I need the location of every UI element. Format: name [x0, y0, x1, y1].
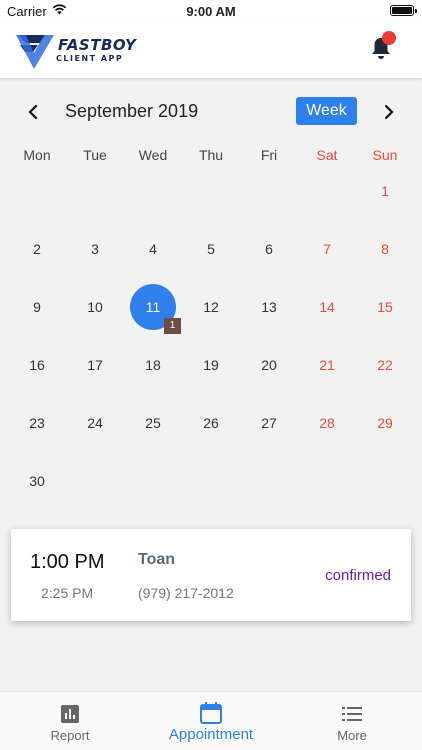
calendar-day-20[interactable]: 20: [246, 342, 292, 388]
calendar-day-13[interactable]: 13: [246, 284, 292, 330]
tab-more[interactable]: More: [282, 692, 422, 750]
logo-subtext: CLIENT APP: [56, 54, 124, 63]
calendar-day-8[interactable]: 8: [362, 226, 408, 272]
weekday-label-sun: Sun: [372, 147, 398, 163]
weekday-label-mon: Mon: [23, 147, 51, 163]
weekday-label-thu: Thu: [198, 147, 224, 163]
calendar-day-2[interactable]: 2: [14, 226, 60, 272]
appointment-card[interactable]: 1:00 PM 2:25 PM Toan (979) 217-2012 conf…: [11, 529, 411, 621]
tab-appointment[interactable]: Appointment: [141, 692, 281, 750]
calendar-day-18[interactable]: 18: [130, 342, 176, 388]
calendar-day-14[interactable]: 14: [304, 284, 350, 330]
status-time: 9:00 AM: [186, 4, 236, 19]
calendar-day-30[interactable]: 30: [14, 458, 60, 504]
weekday-label-sat: Sat: [316, 147, 338, 163]
calendar-day-6[interactable]: 6: [246, 226, 292, 272]
calendar-day-12[interactable]: 12: [188, 284, 234, 330]
chevron-right-icon[interactable]: [377, 100, 401, 124]
logo-text: FASTBOY: [58, 36, 137, 54]
notification-dot: [382, 31, 396, 45]
weekday-header-row: Mon Tue Wed Thu Fri Sat Sun: [0, 147, 422, 165]
calendar-day-27[interactable]: 27: [246, 400, 292, 446]
client-phone: (979) 217-2012: [138, 585, 234, 601]
weekday-label-tue: Tue: [83, 147, 107, 163]
calendar-day-25[interactable]: 25: [130, 400, 176, 446]
calendar-icon: [200, 702, 222, 724]
bottom-tab-bar: Report Appointment More: [0, 691, 422, 750]
weekday-label-wed: Wed: [138, 147, 168, 163]
calendar-day-24[interactable]: 24: [72, 400, 118, 446]
calendar-day-22[interactable]: 22: [362, 342, 408, 388]
chevron-left-icon[interactable]: [21, 100, 45, 124]
calendar-day-5[interactable]: 5: [188, 226, 234, 272]
tab-appointment-label: Appointment: [168, 726, 254, 743]
month-label: September 2019: [65, 101, 199, 121]
status-bar: Carrier 9:00 AM: [0, 0, 422, 22]
calendar-header: September 2019 Week: [0, 96, 422, 126]
calendar-day-29[interactable]: 29: [362, 400, 408, 446]
appointment-start-time: 1:00 PM: [30, 551, 105, 573]
calendar-day-4[interactable]: 4: [130, 226, 176, 272]
app-header: FASTBOY CLIENT APP: [0, 22, 422, 78]
event-count-badge: 1: [164, 318, 181, 334]
list-icon: [342, 707, 362, 721]
calendar-day-10[interactable]: 10: [72, 284, 118, 330]
calendar-day-26[interactable]: 26: [188, 400, 234, 446]
tab-report[interactable]: Report: [0, 692, 140, 750]
calendar-day-3[interactable]: 3: [72, 226, 118, 272]
calendar-day-28[interactable]: 28: [304, 400, 350, 446]
tab-more-label: More: [337, 728, 367, 743]
week-view-button[interactable]: Week: [296, 97, 357, 125]
calendar-day-17[interactable]: 17: [72, 342, 118, 388]
appointment-end-time: 2:25 PM: [41, 585, 94, 601]
client-name: Toan: [138, 551, 176, 568]
calendar-day-23[interactable]: 23: [14, 400, 60, 446]
weekday-label-fri: Fri: [260, 147, 278, 163]
calendar-day-9[interactable]: 9: [14, 284, 60, 330]
battery-icon: [390, 5, 417, 16]
calendar-day-1[interactable]: 1: [362, 168, 408, 214]
calendar-day-7[interactable]: 7: [304, 226, 350, 272]
bar-chart-icon: [61, 705, 79, 723]
calendar-day-21[interactable]: 21: [304, 342, 350, 388]
tab-report-label: Report: [50, 728, 90, 743]
logo-icon: [16, 35, 54, 69]
app-logo[interactable]: FASTBOY CLIENT APP: [16, 27, 136, 71]
calendar-day-19[interactable]: 19: [188, 342, 234, 388]
calendar-day-15[interactable]: 15: [362, 284, 408, 330]
appointment-status: confirmed: [325, 567, 391, 584]
calendar-day-16[interactable]: 16: [14, 342, 60, 388]
